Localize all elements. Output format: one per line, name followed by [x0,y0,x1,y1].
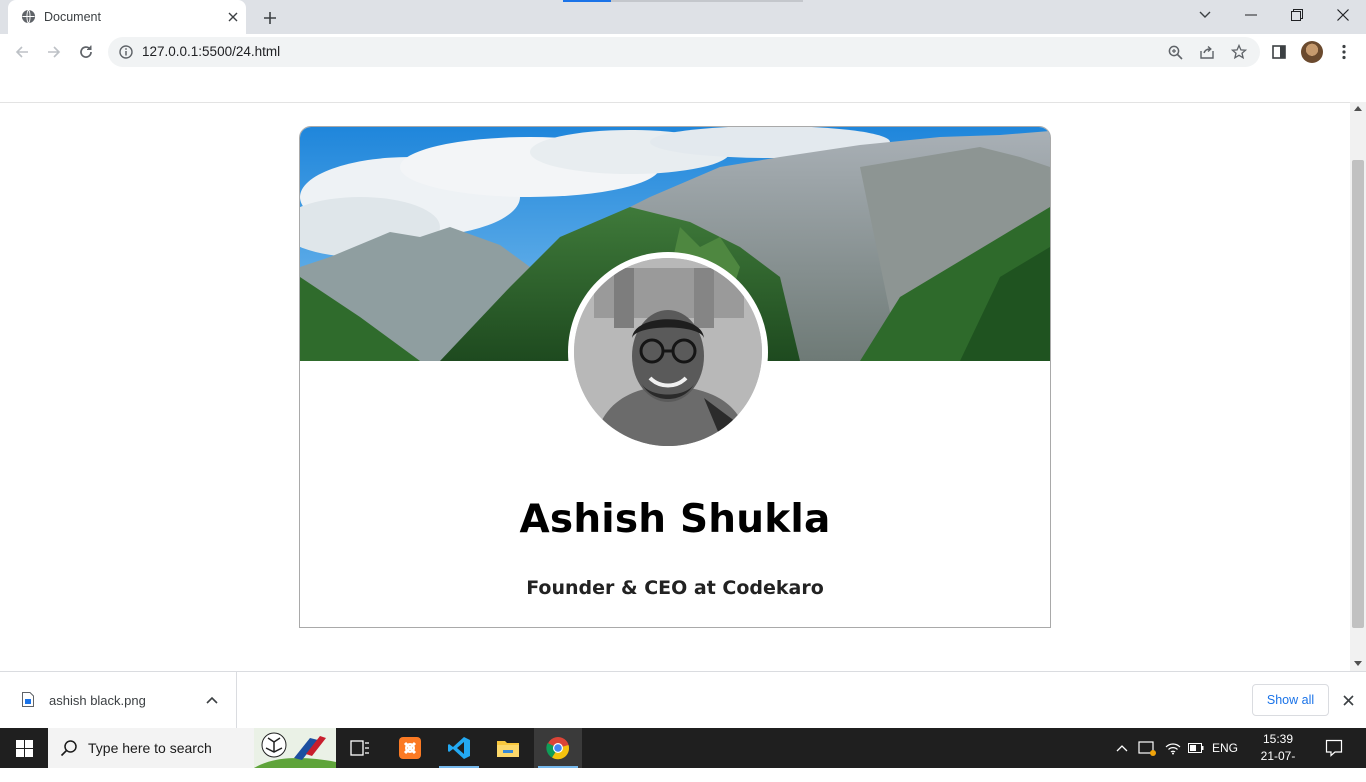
windows-start-icon[interactable] [0,728,48,768]
file-explorer-icon[interactable] [484,728,532,768]
chevron-up-icon[interactable] [204,692,220,708]
profile-name: Ashish Shukla [519,497,831,542]
forward-arrow-icon[interactable] [41,39,67,65]
tab-title: Document [44,10,101,24]
profile-card: Ashish Shukla Founder & CEO at Codekaro [299,126,1051,628]
meet-now-icon[interactable] [1136,728,1158,768]
page-viewport: Ashish Shukla Founder & CEO at Codekaro [0,102,1350,671]
back-arrow-icon[interactable] [9,39,35,65]
reload-icon[interactable] [73,39,99,65]
share-icon[interactable] [1198,43,1216,61]
minimize-icon[interactable] [1228,0,1274,30]
search-highlight-image [254,728,336,768]
system-clock[interactable]: 15:39 21-07-2023 [1248,731,1308,782]
kebab-menu-icon[interactable] [1331,39,1357,65]
side-panel-icon[interactable] [1266,39,1292,65]
tab-close-icon[interactable] [224,8,242,26]
file-icon [22,692,34,707]
tab-search-icon[interactable] [1182,0,1228,30]
notification-icon[interactable] [1320,728,1348,768]
window-close-icon[interactable] [1320,0,1366,30]
downloads-close-icon[interactable] [1339,691,1357,709]
downloads-bar: ashish black.png Show all [0,671,1366,728]
restore-icon[interactable] [1274,0,1320,30]
browser-tab[interactable]: Document [8,0,246,34]
xampp-icon[interactable] [386,728,434,768]
download-item[interactable]: ashish black.png [0,672,237,728]
download-file-name: ashish black.png [49,693,146,708]
browser-toolbar: 127.0.0.1:5500/24.html [0,34,1366,70]
show-all-button[interactable]: Show all [1252,684,1329,716]
scroll-up-arrow-icon[interactable] [1354,106,1362,111]
chrome-icon[interactable] [534,728,582,768]
tab-drag-indicator [563,0,611,2]
new-tab-plus-icon[interactable] [259,7,281,29]
profile-avatar[interactable] [1301,41,1323,63]
task-view-icon[interactable] [336,728,384,768]
language-indicator[interactable]: ENG [1210,728,1240,768]
taskbar-search-box[interactable]: Type here to search [48,728,336,768]
info-icon[interactable] [119,45,133,59]
zoom-icon[interactable] [1166,43,1184,61]
url-text[interactable]: 127.0.0.1:5500/24.html [142,44,280,59]
search-icon [60,740,77,757]
wifi-icon[interactable] [1162,728,1184,768]
battery-icon[interactable] [1186,728,1206,768]
vscode-icon[interactable] [435,728,483,768]
tab-drag-track [611,0,803,2]
chevron-up-icon[interactable] [1112,728,1132,768]
profile-photo-image [574,258,762,446]
star-icon[interactable] [1230,43,1248,61]
address-bar[interactable]: 127.0.0.1:5500/24.html [108,37,1260,67]
windows-taskbar: Type here to search ENG 15:39 21-07-2023 [0,728,1366,780]
vertical-scrollbar[interactable] [1350,102,1366,671]
profile-title: Founder & CEO at Codekaro [526,577,824,599]
scroll-down-arrow-icon[interactable] [1354,661,1362,666]
tab-strip: Document [0,0,1366,34]
clock-date: 21-07-2023 [1260,749,1296,780]
scrollbar-thumb[interactable] [1352,160,1364,628]
search-placeholder: Type here to search [88,740,212,756]
globe-icon [21,9,36,24]
clock-time: 15:39 [1262,732,1294,746]
